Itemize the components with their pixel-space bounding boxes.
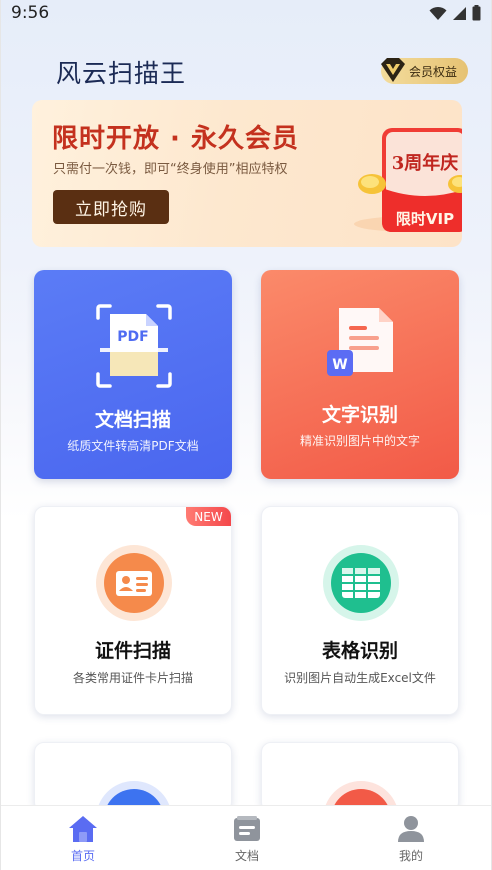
status-bar: 9:56: [1, 0, 491, 28]
profile-icon: [398, 816, 424, 842]
card-description: 精准识别图片中的文字: [299, 434, 420, 448]
buy-now-button[interactable]: 立即抢购: [53, 190, 169, 224]
word-icon-label: W: [332, 357, 347, 373]
nav-label: 我的: [398, 849, 423, 863]
card-description: 识别图片自动生成Excel文件: [284, 671, 436, 685]
home-icon: [69, 816, 97, 842]
card-title: 表格识别: [321, 640, 398, 662]
card-description: 纸质文件转高清PDF文档: [67, 439, 199, 453]
home-screen: 9:56 风云扫描王 会员权益 限时开放 · 永久会员 只需付一次钱，即可“终身…: [0, 0, 492, 870]
vip-benefits-button[interactable]: 会员权益: [381, 58, 468, 84]
card-title: 文档扫描: [94, 409, 171, 431]
nav-item-documents[interactable]: 文档: [165, 806, 329, 870]
pdf-icon-label: PDF: [117, 329, 148, 345]
signal-icon: [453, 6, 466, 20]
nav-label: 文档: [234, 849, 259, 863]
feature-card-partial-left[interactable]: [34, 742, 232, 812]
feature-card-text-recognition[interactable]: W 文字识别 精准识别图片中的文字: [261, 270, 459, 479]
anniversary-gift-icon: 3周年庆 限时VIP: [354, 128, 462, 232]
vip-badge-label: 会员权益: [409, 64, 458, 79]
art-bottom-label: 限时VIP: [396, 210, 454, 228]
wifi-icon: [429, 6, 447, 20]
nav-item-home[interactable]: 首页: [1, 806, 165, 870]
nav-item-profile[interactable]: 我的: [329, 806, 491, 870]
word-doc-icon: W: [327, 308, 393, 376]
pdf-scan-icon: PDF: [96, 304, 172, 388]
status-icons: [429, 5, 481, 21]
art-top-label: 3周年庆: [392, 152, 459, 174]
app-title: 风云扫描王: [56, 59, 187, 88]
card-title: 证件扫描: [94, 640, 171, 662]
battery-icon: [472, 5, 481, 21]
card-title: 文字识别: [321, 404, 398, 426]
banner-subtitle: 只需付一次钱，即可“终身使用”相应特权: [53, 162, 288, 177]
feature-card-document-scan[interactable]: PDF 文档扫描 纸质文件转高清PDF文档: [34, 270, 232, 479]
bottom-nav: 首页 文档 我的: [1, 805, 491, 870]
banner-title: 限时开放 · 永久会员: [52, 124, 299, 154]
card-description: 各类常用证件卡片扫描: [72, 671, 193, 685]
feature-card-table-recognition[interactable]: 表格识别 识别图片自动生成Excel文件: [261, 506, 459, 715]
vip-diamond-icon: [381, 58, 405, 82]
promo-banner[interactable]: 限时开放 · 永久会员 只需付一次钱，即可“终身使用”相应特权 立即抢购 3周年…: [32, 100, 462, 247]
feature-card-id-scan[interactable]: NEW 证件扫描 各类常用证件卡片扫描: [34, 506, 232, 715]
table-icon: [323, 545, 399, 621]
id-card-icon: [96, 545, 172, 621]
new-badge: NEW: [186, 507, 231, 526]
status-time: 9:56: [11, 3, 50, 23]
document-icon: [234, 816, 260, 841]
feature-card-partial-right[interactable]: [261, 742, 459, 812]
nav-label: 首页: [70, 849, 95, 863]
